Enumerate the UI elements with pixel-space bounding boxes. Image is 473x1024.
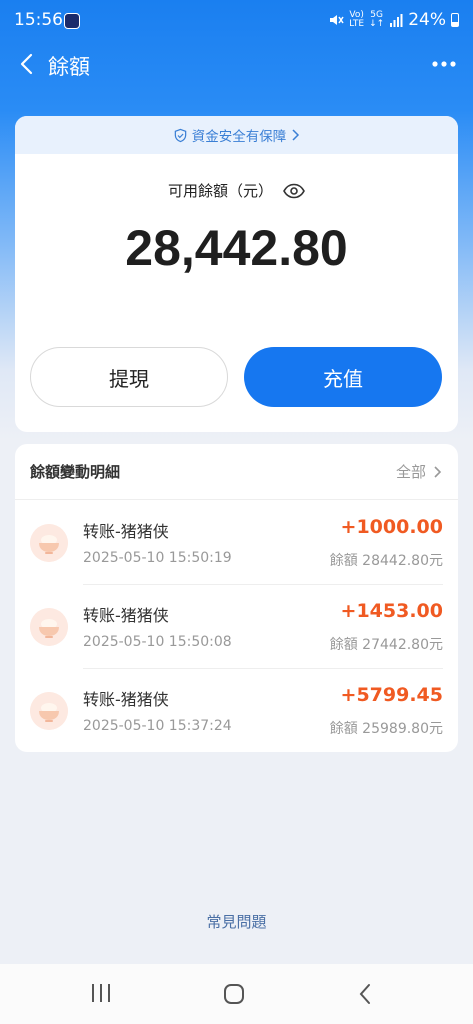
avatar [30,608,68,646]
status-indicators: Vo) LTE 5G ↓↑ 24% [328,10,459,30]
network-indicator: 5G ↓↑ [369,10,385,29]
battery-percent: 24% [408,10,446,30]
transaction-balance: 餘額 28442.80元 [329,553,443,569]
volte-indicator: Vo) LTE [349,10,365,29]
withdraw-button[interactable]: 提現 [30,347,228,407]
transaction-row[interactable]: 转账-猪猪侠 2025-05-10 15:50:08 +1453.00 餘額 2… [15,584,458,668]
transaction-row[interactable]: 转账-猪猪侠 2025-05-10 15:37:24 +5799.45 餘額 2… [15,668,458,752]
eye-icon[interactable] [283,183,305,199]
signal-icon [390,14,403,27]
transaction-name: 转账-猪猪侠 [83,690,169,709]
view-all-label: 全部 [395,463,426,481]
security-text: 資金安全有保障 [191,129,287,145]
chevron-right-icon [434,465,442,478]
nav-recent-icon[interactable] [90,983,112,1003]
balance-card: 資金安全有保障 可用餘額（元） 28,442.80 提現 充值 [15,116,458,432]
faq-link[interactable]: 常見問題 [0,911,473,932]
shield-icon [174,128,187,142]
status-time: 15:56 [14,10,63,30]
transaction-name: 转账-猪猪侠 [83,522,169,541]
app-header: 餘額 [0,44,473,84]
page-title: 餘額 [48,55,90,79]
status-bar: 15:56 Vo) LTE 5G ↓↑ 24% [0,0,473,44]
nav-home-icon[interactable] [223,983,245,1005]
details-header: 餘額變動明細 全部 [15,444,458,500]
transaction-name: 转账-猪猪侠 [83,606,169,625]
notification-app-icon [64,13,80,29]
avatar-bowl-icon [30,524,68,562]
transaction-amount: +1453.00 [340,600,443,622]
transaction-amount: +5799.45 [340,684,443,706]
avatar-bowl-icon [30,692,68,730]
transaction-amount: +1000.00 [340,516,443,538]
transaction-time: 2025-05-10 15:50:19 [83,550,232,566]
transaction-time: 2025-05-10 15:50:08 [83,634,232,650]
balance-amount: 28,442.80 [125,220,348,276]
recharge-button[interactable]: 充值 [244,347,442,407]
transaction-row[interactable]: 转账-猪猪侠 2025-05-10 15:50:19 +1000.00 餘額 2… [15,500,458,584]
security-chevron-icon [292,129,300,141]
transaction-balance: 餘額 25989.80元 [329,721,443,737]
battery-icon [451,13,459,27]
more-icon[interactable] [431,52,457,76]
transaction-time: 2025-05-10 15:37:24 [83,718,232,734]
back-icon[interactable] [16,52,40,76]
security-banner[interactable]: 資金安全有保障 [15,116,458,154]
view-all-link[interactable]: 全部 [396,461,442,482]
balance-label: 可用餘額（元） [167,182,273,200]
avatar [30,524,68,562]
balance-details-card: 餘額變動明細 全部 转账-猪猪侠 2025-05-10 15:50:19 +10… [15,444,458,752]
avatar-bowl-icon [30,608,68,646]
mute-icon [330,15,344,25]
balance-label-row: 可用餘額（元） [15,180,458,201]
nav-back-icon[interactable] [357,982,373,1006]
transaction-balance: 餘額 27442.80元 [329,637,443,653]
avatar [30,692,68,730]
system-nav-bar [0,964,473,1024]
details-title: 餘額變動明細 [30,463,121,481]
